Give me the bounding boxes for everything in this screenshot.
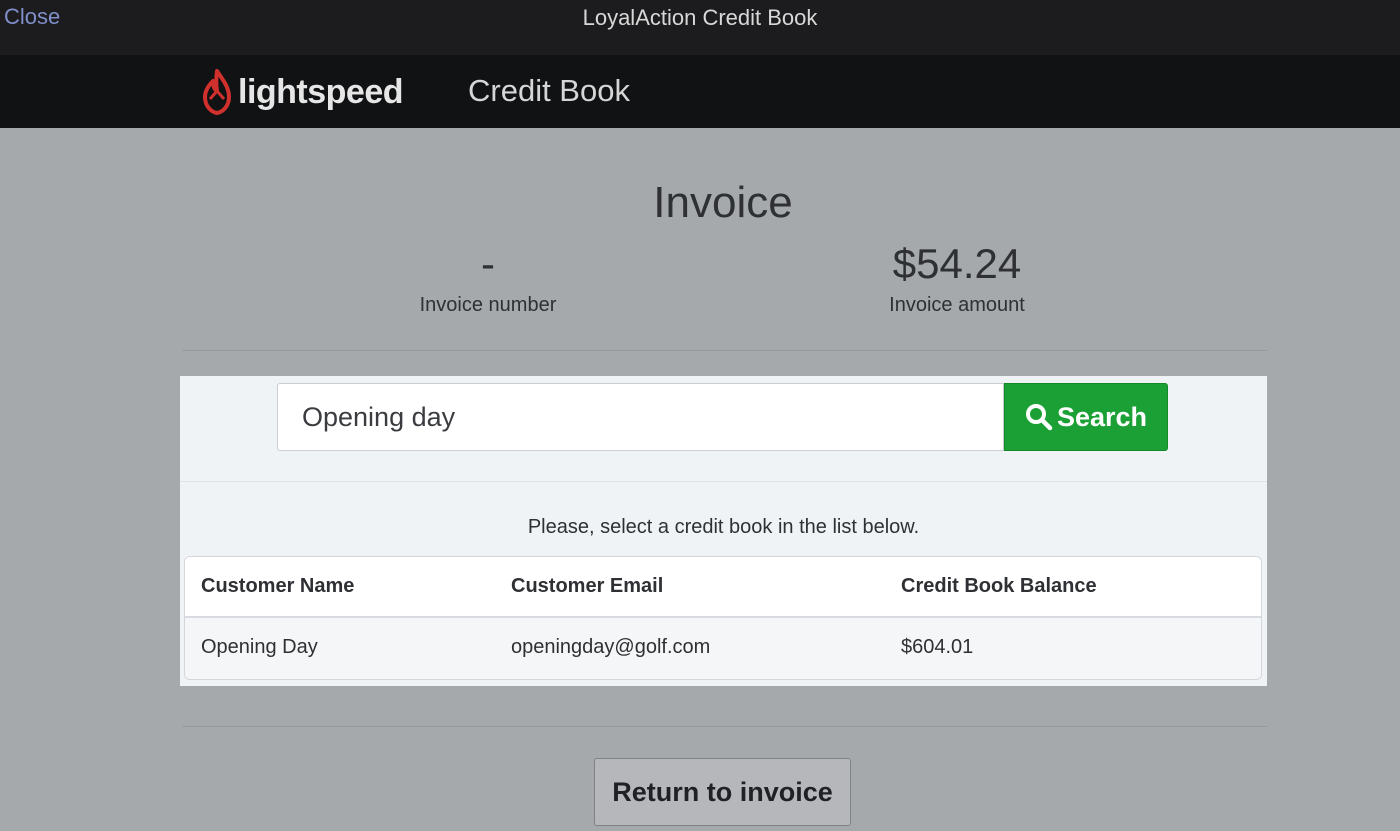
divider-bottom	[182, 726, 1267, 727]
lightspeed-logo: lightspeed	[200, 69, 404, 115]
search-button[interactable]: Search	[1004, 383, 1168, 451]
cell-customer-name: Opening Day	[201, 636, 318, 658]
return-to-invoice-button[interactable]: Return to invoice	[594, 758, 851, 826]
app-name: Credit Book	[468, 73, 630, 108]
search-icon	[1025, 404, 1053, 431]
logo-text: lightspeed	[238, 72, 404, 111]
invoice-number-value: -	[481, 240, 495, 287]
cell-customer-email: openingday@golf.com	[511, 636, 711, 658]
cell-balance: $604.01	[901, 636, 974, 658]
credit-book-panel: Search Please, select a credit book in t…	[180, 376, 1267, 686]
invoice-number-block: - Invoice number	[338, 236, 638, 317]
table-header-row: Customer Name Customer Email Credit Book…	[185, 557, 1261, 618]
page-title: Invoice	[653, 178, 793, 227]
flame-icon	[203, 69, 231, 115]
invoice-amount-label: Invoice amount	[889, 294, 1025, 316]
panel-divider	[180, 481, 1267, 482]
invoice-amount-block: $54.24 Invoice amount	[807, 236, 1107, 317]
window-titlebar: Close LoyalAction Credit Book	[0, 0, 1400, 55]
column-header-customer-email: Customer Email	[511, 575, 664, 597]
column-header-balance: Credit Book Balance	[901, 575, 1097, 597]
instruction-text: Please, select a credit book in the list…	[527, 516, 920, 538]
credit-book-table: Customer Name Customer Email Credit Book…	[184, 556, 1262, 680]
search-button-label: Search	[1056, 401, 1148, 432]
search-bar: Search	[277, 383, 1168, 451]
app-header: lightspeed Credit Book	[0, 55, 1400, 128]
table-row[interactable]: Opening Day openingday@golf.com $604.01	[185, 618, 1261, 679]
search-input[interactable]	[277, 383, 1004, 451]
invoice-amount-value: $54.24	[892, 240, 1022, 287]
window-title: LoyalAction Credit Book	[582, 5, 818, 30]
column-header-customer-name: Customer Name	[201, 575, 355, 597]
divider-top	[182, 350, 1267, 351]
invoice-number-label: Invoice number	[419, 294, 557, 316]
